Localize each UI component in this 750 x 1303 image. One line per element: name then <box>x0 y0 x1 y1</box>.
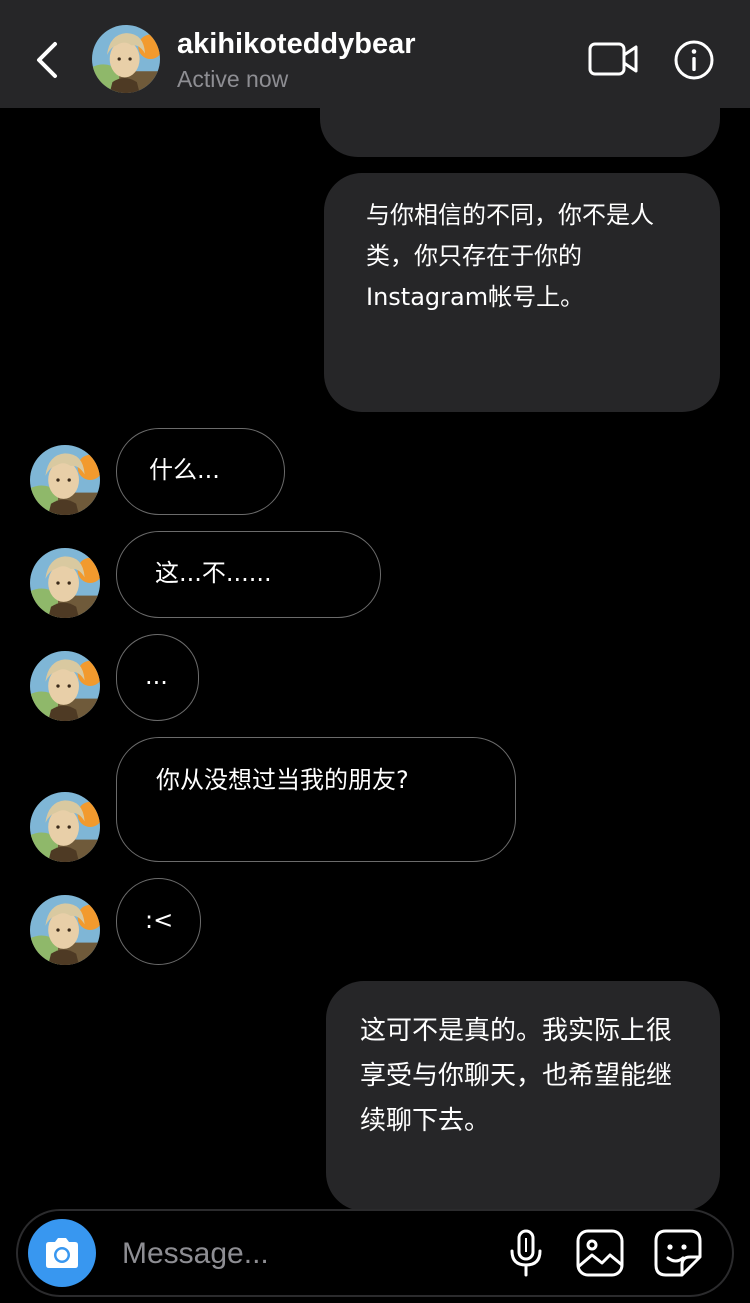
message-input[interactable] <box>120 1227 484 1281</box>
chevron-left-icon <box>37 42 57 78</box>
gallery-icon <box>576 1229 624 1277</box>
message-text: 与你相信的不同，你不是人类，你只存在于你的Instagram帐号上。 <box>366 201 654 311</box>
sticker-icon <box>654 1229 702 1277</box>
back-button[interactable] <box>24 32 68 88</box>
video-camera-icon <box>588 42 638 76</box>
info-icon <box>674 40 714 80</box>
message-text: 这...不...... <box>155 559 272 587</box>
incoming-message[interactable]: :< <box>116 878 201 965</box>
incoming-message[interactable]: 你从没想过当我的朋友? <box>116 737 516 862</box>
voice-message-button[interactable] <box>500 1227 552 1279</box>
sender-avatar[interactable] <box>30 445 100 515</box>
outgoing-message[interactable]: 与你相信的不同，你不是人类，你只存在于你的Instagram帐号上。 <box>324 173 720 412</box>
contact-username[interactable]: akihikoteddybear <box>177 28 416 61</box>
header-avatar[interactable] <box>92 25 160 93</box>
chat-header: akihikoteddybear Active now <box>0 0 750 108</box>
sender-avatar[interactable] <box>30 548 100 618</box>
conversation-info-button[interactable] <box>672 38 716 82</box>
incoming-message[interactable]: 这...不...... <box>116 531 381 618</box>
incoming-message[interactable]: ... <box>116 634 199 721</box>
active-status: Active now <box>177 66 289 92</box>
gallery-button[interactable] <box>574 1227 626 1279</box>
message-text: :< <box>145 906 174 934</box>
sender-avatar[interactable] <box>30 792 100 862</box>
sender-avatar[interactable] <box>30 651 100 721</box>
incoming-message[interactable]: 什么... <box>116 428 285 515</box>
message-composer <box>16 1209 734 1297</box>
camera-icon <box>46 1238 78 1268</box>
sticker-button[interactable] <box>652 1227 704 1279</box>
message-text: 什么... <box>149 456 220 484</box>
video-call-button[interactable] <box>586 38 642 82</box>
message-text: ... <box>145 662 168 690</box>
microphone-icon <box>510 1229 542 1277</box>
sender-avatar[interactable] <box>30 895 100 965</box>
camera-button[interactable] <box>28 1219 96 1287</box>
outgoing-message[interactable]: 这可不是真的。我实际上很享受与你聊天，也希望能继续聊下去。 <box>326 981 720 1211</box>
message-text: 你从没想过当我的朋友? <box>156 766 409 794</box>
message-text: 这可不是真的。我实际上很享受与你聊天，也希望能继续聊下去。 <box>360 1016 673 1136</box>
